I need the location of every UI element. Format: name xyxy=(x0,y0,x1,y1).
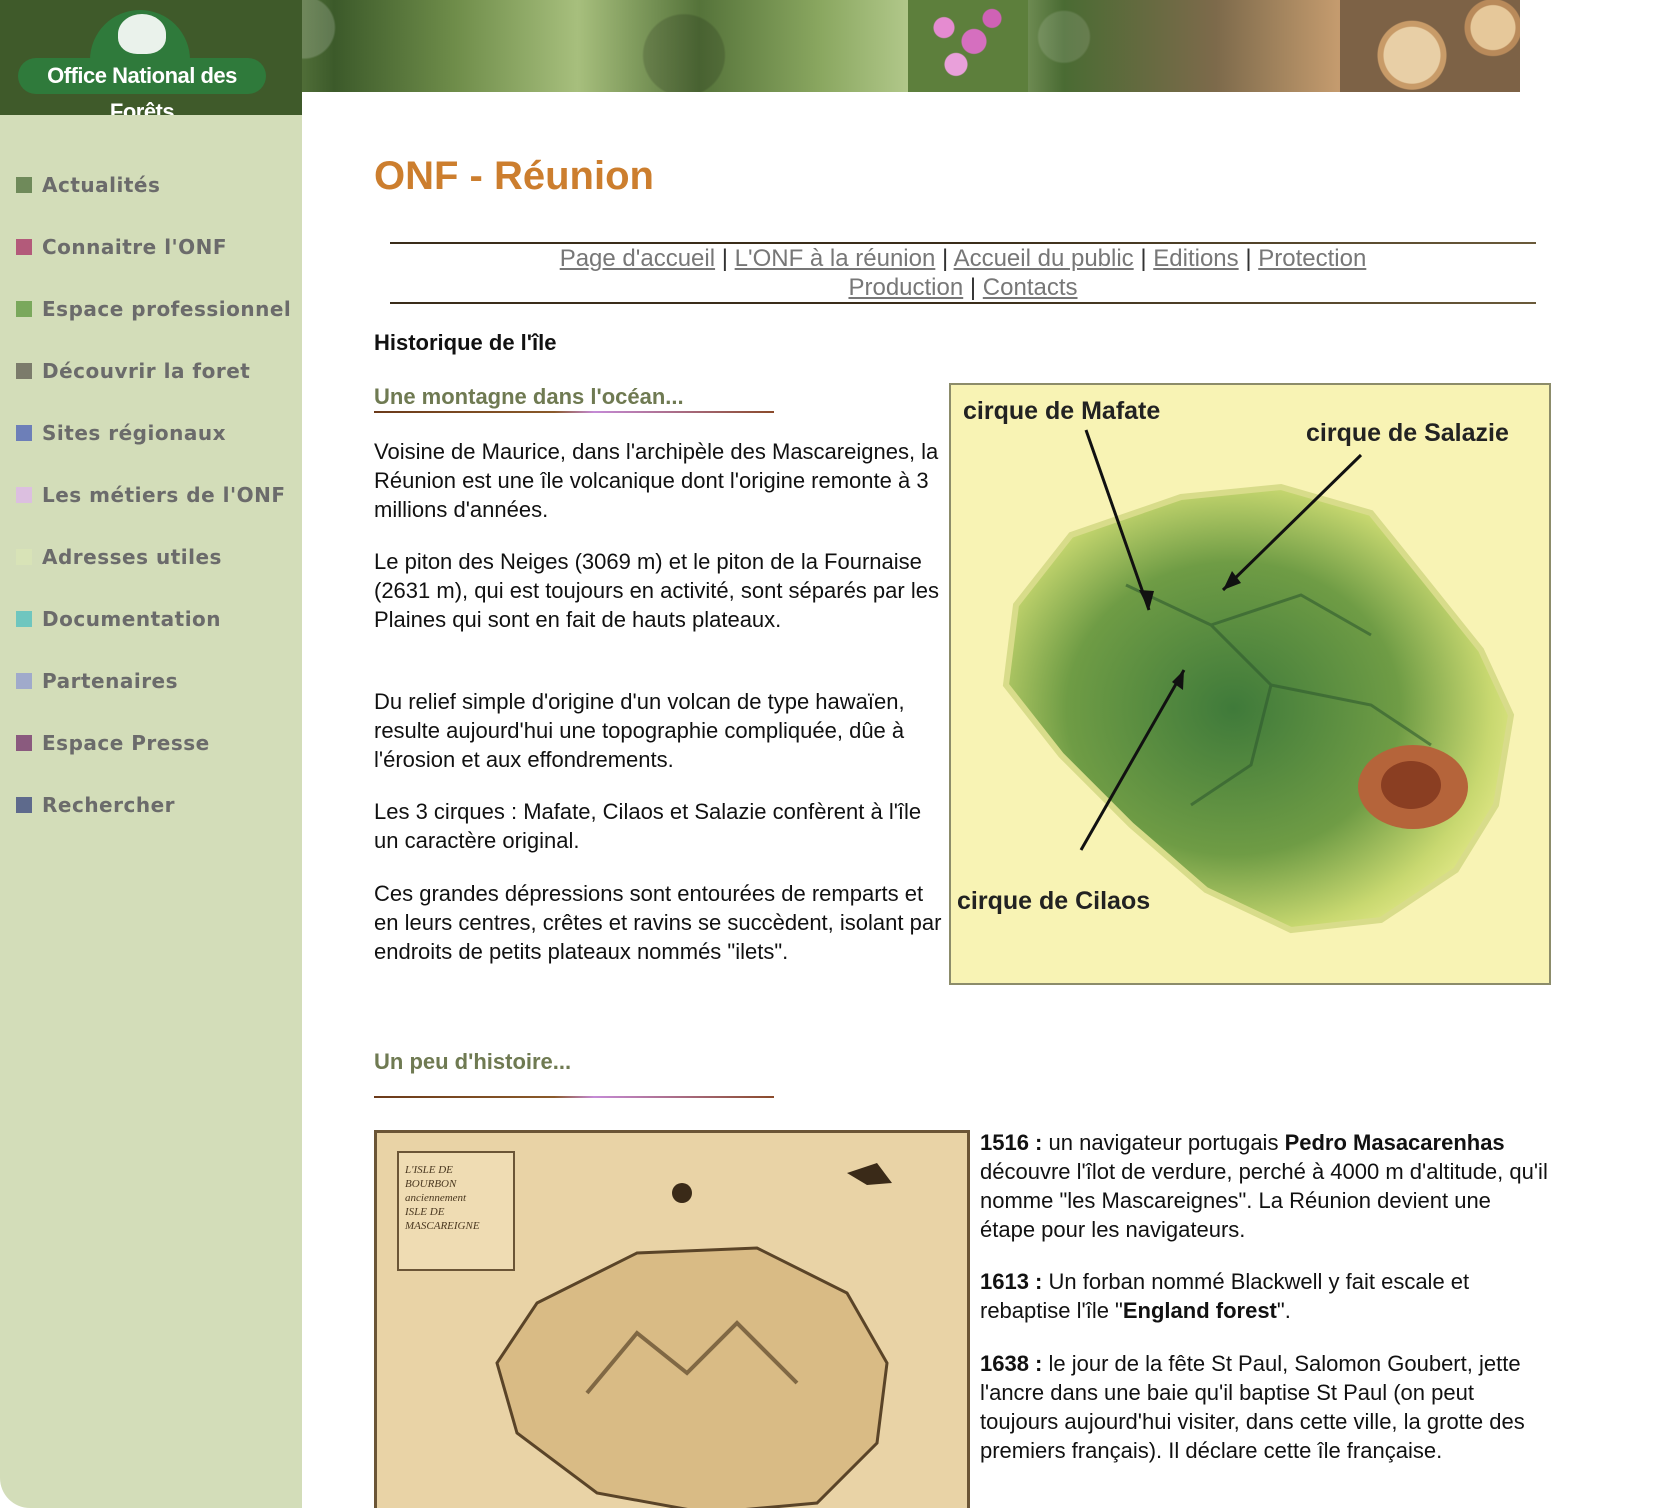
square-bullet-icon xyxy=(16,363,32,379)
nav-link-contacts[interactable]: Contacts xyxy=(983,274,1078,301)
sidebar-item-actualites[interactable]: Actualités xyxy=(16,170,160,200)
square-bullet-icon xyxy=(16,611,32,627)
nav-separator: | xyxy=(1245,245,1252,272)
sidebar-item-label: Sites régionaux xyxy=(42,421,226,445)
timeline-entry-1516: 1516 : un navigateur portugais Pedro Mas… xyxy=(980,1128,1552,1244)
sidebar-item-sites-regionaux[interactable]: Sites régionaux xyxy=(16,418,226,448)
nav-link-onf-reunion[interactable]: L'ONF à la réunion xyxy=(735,245,936,272)
subheading-montagne: Une montagne dans l'océan... xyxy=(374,384,684,409)
timeline-entry-1613: 1613 : Un forban nommé Blackwell y fait … xyxy=(980,1267,1552,1325)
logo-area[interactable]: Office National des Forêts xyxy=(0,0,302,124)
paragraph: Le piton des Neiges (3069 m) et le piton… xyxy=(374,549,939,632)
sidebar-item-label: Connaitre l'ONF xyxy=(42,235,228,259)
timeline-text: le jour de la fête St Paul, Salomon Goub… xyxy=(980,1351,1525,1463)
sidebar-item-adresses-utiles[interactable]: Adresses utiles xyxy=(16,542,222,572)
square-bullet-icon xyxy=(16,177,32,193)
nav-separator: | xyxy=(1140,245,1147,272)
map-label-salazie: cirque de Salazie xyxy=(1306,419,1509,447)
timeline-bold: England forest xyxy=(1122,1298,1277,1323)
nav-separator: | xyxy=(942,245,949,272)
nav-separator: | xyxy=(969,274,977,301)
sidebar-item-partenaires[interactable]: Partenaires xyxy=(16,666,178,696)
sidebar-item-label: Espace professionnel xyxy=(42,297,292,321)
orchid-image xyxy=(908,0,1028,92)
nav-link-editions[interactable]: Editions xyxy=(1153,245,1238,272)
square-bullet-icon xyxy=(16,487,32,503)
section-heading: Historique de l'île xyxy=(374,330,557,355)
square-bullet-icon xyxy=(16,735,32,751)
sidebar-item-label: Actualités xyxy=(42,173,161,197)
timeline-year: 1638 : xyxy=(980,1351,1043,1376)
nav-link-accueil[interactable]: Page d'accueil xyxy=(560,245,715,272)
subheading-underline xyxy=(374,1096,774,1098)
cartouche-line: L'ISLE DE xyxy=(405,1164,453,1176)
sidebar-item-label: Les métiers de l'ONF xyxy=(42,483,286,507)
sidebar-item-label: Documentation xyxy=(42,607,222,631)
timeline-text: découvre l'îlot de verdure, perché à 400… xyxy=(980,1159,1548,1242)
sidebar: Actualités Connaitre l'ONF Espace profes… xyxy=(0,115,302,1508)
cartouche-line: MASCAREIGNE xyxy=(405,1220,480,1232)
timeline-text: ". xyxy=(1276,1298,1291,1323)
top-navigation: Page d'accueil | L'ONF à la réunion | Ac… xyxy=(390,244,1536,302)
map-cartouche: L'ISLE DE BOURBON anciennement ISLE DE M… xyxy=(397,1151,515,1271)
sidebar-item-label: Espace Presse xyxy=(42,731,210,755)
sidebar-item-espace-professionnel[interactable]: Espace professionnel xyxy=(16,294,291,324)
sidebar-item-connaitre-onf[interactable]: Connaitre l'ONF xyxy=(16,232,227,262)
subheading-histoire: Un peu d'histoire... xyxy=(374,1049,572,1074)
island-relief-map: cirque de Mafate cirque de Salazie cirqu… xyxy=(949,383,1551,985)
sidebar-item-decouvrir-foret[interactable]: Découvrir la foret xyxy=(16,356,250,386)
logo-text: Office National des Forêts xyxy=(18,58,266,124)
map-label-cilaos: cirque de Cilaos xyxy=(957,887,1151,915)
square-bullet-icon xyxy=(16,797,32,813)
paragraph: Voisine de Maurice, dans l'archipèle des… xyxy=(374,439,939,522)
tree-icon xyxy=(118,14,166,54)
divider-bottom xyxy=(390,302,1536,304)
nav-separator: | xyxy=(721,245,728,272)
sidebar-item-label: Adresses utiles xyxy=(42,545,222,569)
timeline-year: 1613 : xyxy=(980,1269,1043,1294)
subheading-underline xyxy=(374,411,774,413)
logs-image xyxy=(1340,0,1520,92)
cartouche-line: anciennement xyxy=(405,1192,467,1204)
map-label-mafate: cirque de Mafate xyxy=(963,397,1161,425)
historical-map-image: L'ISLE DE BOURBON anciennement ISLE DE M… xyxy=(374,1130,970,1508)
sidebar-item-documentation[interactable]: Documentation xyxy=(16,604,221,634)
cartouche-line: BOURBON xyxy=(405,1178,457,1190)
sidebar-item-label: Découvrir la foret xyxy=(42,359,251,383)
nav-link-accueil-public[interactable]: Accueil du public xyxy=(954,245,1134,272)
sidebar-item-metiers-onf[interactable]: Les métiers de l'ONF xyxy=(16,480,286,510)
sidebar-item-label: Rechercher xyxy=(42,793,176,817)
nav-link-protection[interactable]: Protection xyxy=(1258,245,1366,272)
cartouche-line: ISLE DE xyxy=(405,1206,445,1218)
page-title: ONF - Réunion xyxy=(374,154,654,198)
nav-link-production[interactable]: Production xyxy=(848,274,963,301)
sidebar-item-rechercher[interactable]: Rechercher xyxy=(16,790,175,820)
timeline-year: 1516 : xyxy=(980,1130,1043,1155)
timeline-entry-1638: 1638 : le jour de la fête St Paul, Salom… xyxy=(980,1349,1552,1465)
square-bullet-icon xyxy=(16,239,32,255)
square-bullet-icon xyxy=(16,425,32,441)
paragraph: Du relief simple d'origine d'un volcan d… xyxy=(374,689,905,772)
timeline-text: un navigateur portugais xyxy=(1042,1130,1285,1155)
square-bullet-icon xyxy=(16,549,32,565)
square-bullet-icon xyxy=(16,301,32,317)
paragraph: Les 3 cirques : Mafate, Cilaos et Salazi… xyxy=(374,799,922,853)
timeline-bold: Pedro Masacarenhas xyxy=(1284,1130,1505,1155)
paragraph: Ces grandes dépressions sont entourées d… xyxy=(374,881,942,964)
square-bullet-icon xyxy=(16,673,32,689)
sidebar-item-label: Partenaires xyxy=(42,669,179,693)
sidebar-item-espace-presse[interactable]: Espace Presse xyxy=(16,728,210,758)
